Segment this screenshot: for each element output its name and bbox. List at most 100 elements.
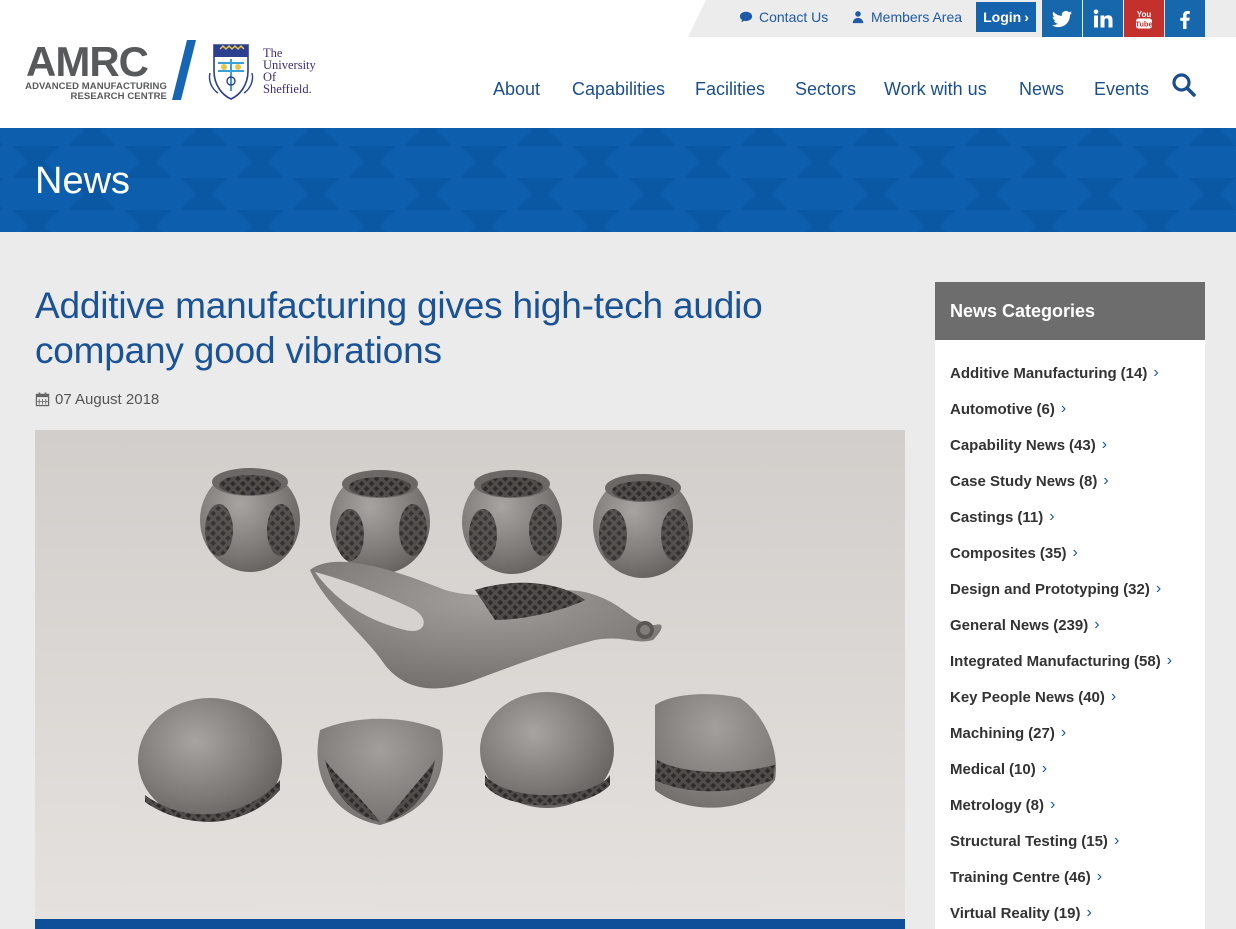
- 3d-printed-parts-photo: [35, 430, 905, 919]
- category-label: Capability News: [950, 436, 1066, 454]
- amrc-tagline: ADVANCED MANUFACTURING RESEARCH CENTRE: [22, 82, 167, 102]
- category-label: Metrology: [950, 796, 1022, 814]
- members-area-label: Members Area: [871, 9, 963, 25]
- nav-item-about[interactable]: About: [493, 79, 540, 100]
- university-crest-icon: [208, 44, 254, 100]
- category-count: (11): [1017, 508, 1044, 526]
- category-count: (43): [1069, 436, 1096, 454]
- category-count: (239): [1053, 616, 1089, 634]
- twitter-icon: [1052, 10, 1072, 27]
- category-label: Integrated Manufacturing: [950, 652, 1131, 670]
- nav-item-sectors[interactable]: Sectors: [795, 79, 856, 100]
- category-link[interactable]: Medical (10) ›: [950, 760, 1047, 778]
- category-link[interactable]: Castings (11) ›: [950, 508, 1055, 526]
- article-image: [35, 430, 905, 919]
- university-name: The University Of Sheffield.: [263, 47, 316, 96]
- nav-item-news[interactable]: News: [1019, 79, 1064, 100]
- hexagon-pattern: [0, 128, 1236, 232]
- category-link[interactable]: Case Study News (8) ›: [950, 472, 1109, 490]
- amrc-tagline-line2: RESEARCH CENTRE: [70, 91, 167, 102]
- category-count: (15): [1081, 832, 1108, 850]
- svg-text:Tube: Tube: [1135, 19, 1152, 28]
- page-title: News: [35, 160, 131, 202]
- nav-item-work-with-us[interactable]: Work with us: [884, 79, 987, 100]
- chevron-right-icon: ›: [1113, 832, 1120, 849]
- category-link[interactable]: Additive Manufacturing (14) ›: [950, 364, 1159, 382]
- category-label: Automotive: [950, 400, 1033, 418]
- svg-text:You: You: [1137, 10, 1152, 19]
- chat-bubble-icon: [739, 11, 753, 23]
- category-label: Key People News: [950, 688, 1075, 706]
- chevron-right-icon: ›: [1101, 436, 1108, 453]
- chevron-right-icon: ›: [1094, 616, 1100, 633]
- category-count: (46): [1064, 868, 1091, 886]
- nav-item-facilities[interactable]: Facilities: [695, 79, 765, 100]
- twitter-button[interactable]: [1042, 0, 1082, 37]
- nav-item-capabilities[interactable]: Capabilities: [572, 79, 665, 100]
- article-date-text: 07 August 2018: [55, 391, 160, 408]
- search-icon[interactable]: [1171, 72, 1197, 98]
- category-count: (6): [1036, 400, 1055, 418]
- category-label: Training Centre: [950, 868, 1061, 886]
- chevron-right-icon: ›: [1086, 904, 1092, 921]
- category-link[interactable]: Key People News (40) ›: [950, 688, 1116, 706]
- category-count: (14): [1120, 364, 1148, 382]
- category-link[interactable]: Machining (27) ›: [950, 724, 1066, 742]
- site-header: Contact Us Members Area Login › You Tube …: [0, 0, 1236, 128]
- chevron-right-icon: ›: [1153, 364, 1159, 381]
- category-link[interactable]: Training Centre (46) ›: [950, 868, 1102, 886]
- category-link[interactable]: Capability News (43) ›: [950, 436, 1107, 454]
- category-link[interactable]: Integrated Manufacturing (58) ›: [950, 652, 1172, 670]
- category-link[interactable]: Design and Prototyping (32) ›: [950, 580, 1161, 598]
- nav-item-events[interactable]: Events: [1094, 79, 1149, 100]
- chevron-right-icon: ›: [1049, 508, 1055, 525]
- calendar-icon: [35, 392, 50, 407]
- linkedin-icon: [1093, 9, 1113, 27]
- amrc-wordmark: AMRC: [26, 38, 149, 85]
- youtube-icon: YouTube: [1135, 10, 1153, 28]
- article-date: 07 August 2018: [35, 391, 159, 408]
- login-button[interactable]: Login ›: [976, 2, 1036, 32]
- image-caption-bar: [35, 919, 905, 929]
- login-label: Login: [983, 9, 1022, 25]
- logo-slash: [172, 40, 196, 100]
- category-count: (8): [1079, 472, 1098, 490]
- category-count: (8): [1025, 796, 1045, 814]
- category-count: (35): [1039, 544, 1067, 562]
- members-area-link[interactable]: Members Area: [851, 9, 962, 25]
- site-logo[interactable]: AMRC ADVANCED MANUFACTURING RESEARCH CEN…: [22, 38, 327, 102]
- chevron-right-icon: ›: [1024, 9, 1029, 25]
- category-link[interactable]: Automotive (6) ›: [950, 400, 1066, 418]
- chevron-right-icon: ›: [1060, 400, 1067, 417]
- category-link[interactable]: Structural Testing (15) ›: [950, 832, 1119, 850]
- linkedin-button[interactable]: [1083, 0, 1123, 37]
- facebook-icon: [1180, 10, 1190, 29]
- chevron-right-icon: ›: [1103, 472, 1109, 489]
- news-categories-heading: News Categories: [935, 282, 1205, 340]
- category-count: (58): [1134, 652, 1161, 670]
- contact-us-label: Contact Us: [759, 9, 829, 25]
- category-label: Structural Testing: [950, 832, 1078, 850]
- chevron-right-icon: ›: [1110, 688, 1117, 705]
- youtube-button[interactable]: You Tube: [1124, 0, 1164, 37]
- category-link[interactable]: General News (239) ›: [950, 616, 1100, 634]
- category-label: Virtual Reality: [950, 904, 1050, 922]
- category-label: General News: [950, 616, 1050, 634]
- category-link[interactable]: Metrology (8) ›: [950, 796, 1055, 814]
- category-label: Case Study News: [950, 472, 1076, 490]
- contact-us-link[interactable]: Contact Us: [739, 9, 828, 25]
- category-count: (40): [1078, 688, 1105, 706]
- chevron-right-icon: ›: [1041, 760, 1048, 777]
- category-link[interactable]: Composites (35) ›: [950, 544, 1078, 562]
- chevron-right-icon: ›: [1155, 580, 1162, 597]
- facebook-button[interactable]: [1165, 0, 1205, 37]
- category-label: Additive Manufacturing: [950, 364, 1117, 382]
- user-icon: [852, 11, 864, 24]
- category-count: (32): [1123, 580, 1150, 598]
- category-label: Machining: [950, 724, 1025, 742]
- category-label: Composites: [950, 544, 1036, 562]
- chevron-right-icon: ›: [1166, 652, 1173, 669]
- university-name-line4: Sheffield.: [263, 82, 312, 96]
- page-banner: News: [0, 128, 1236, 232]
- category-link[interactable]: Virtual Reality (19) ›: [950, 904, 1092, 922]
